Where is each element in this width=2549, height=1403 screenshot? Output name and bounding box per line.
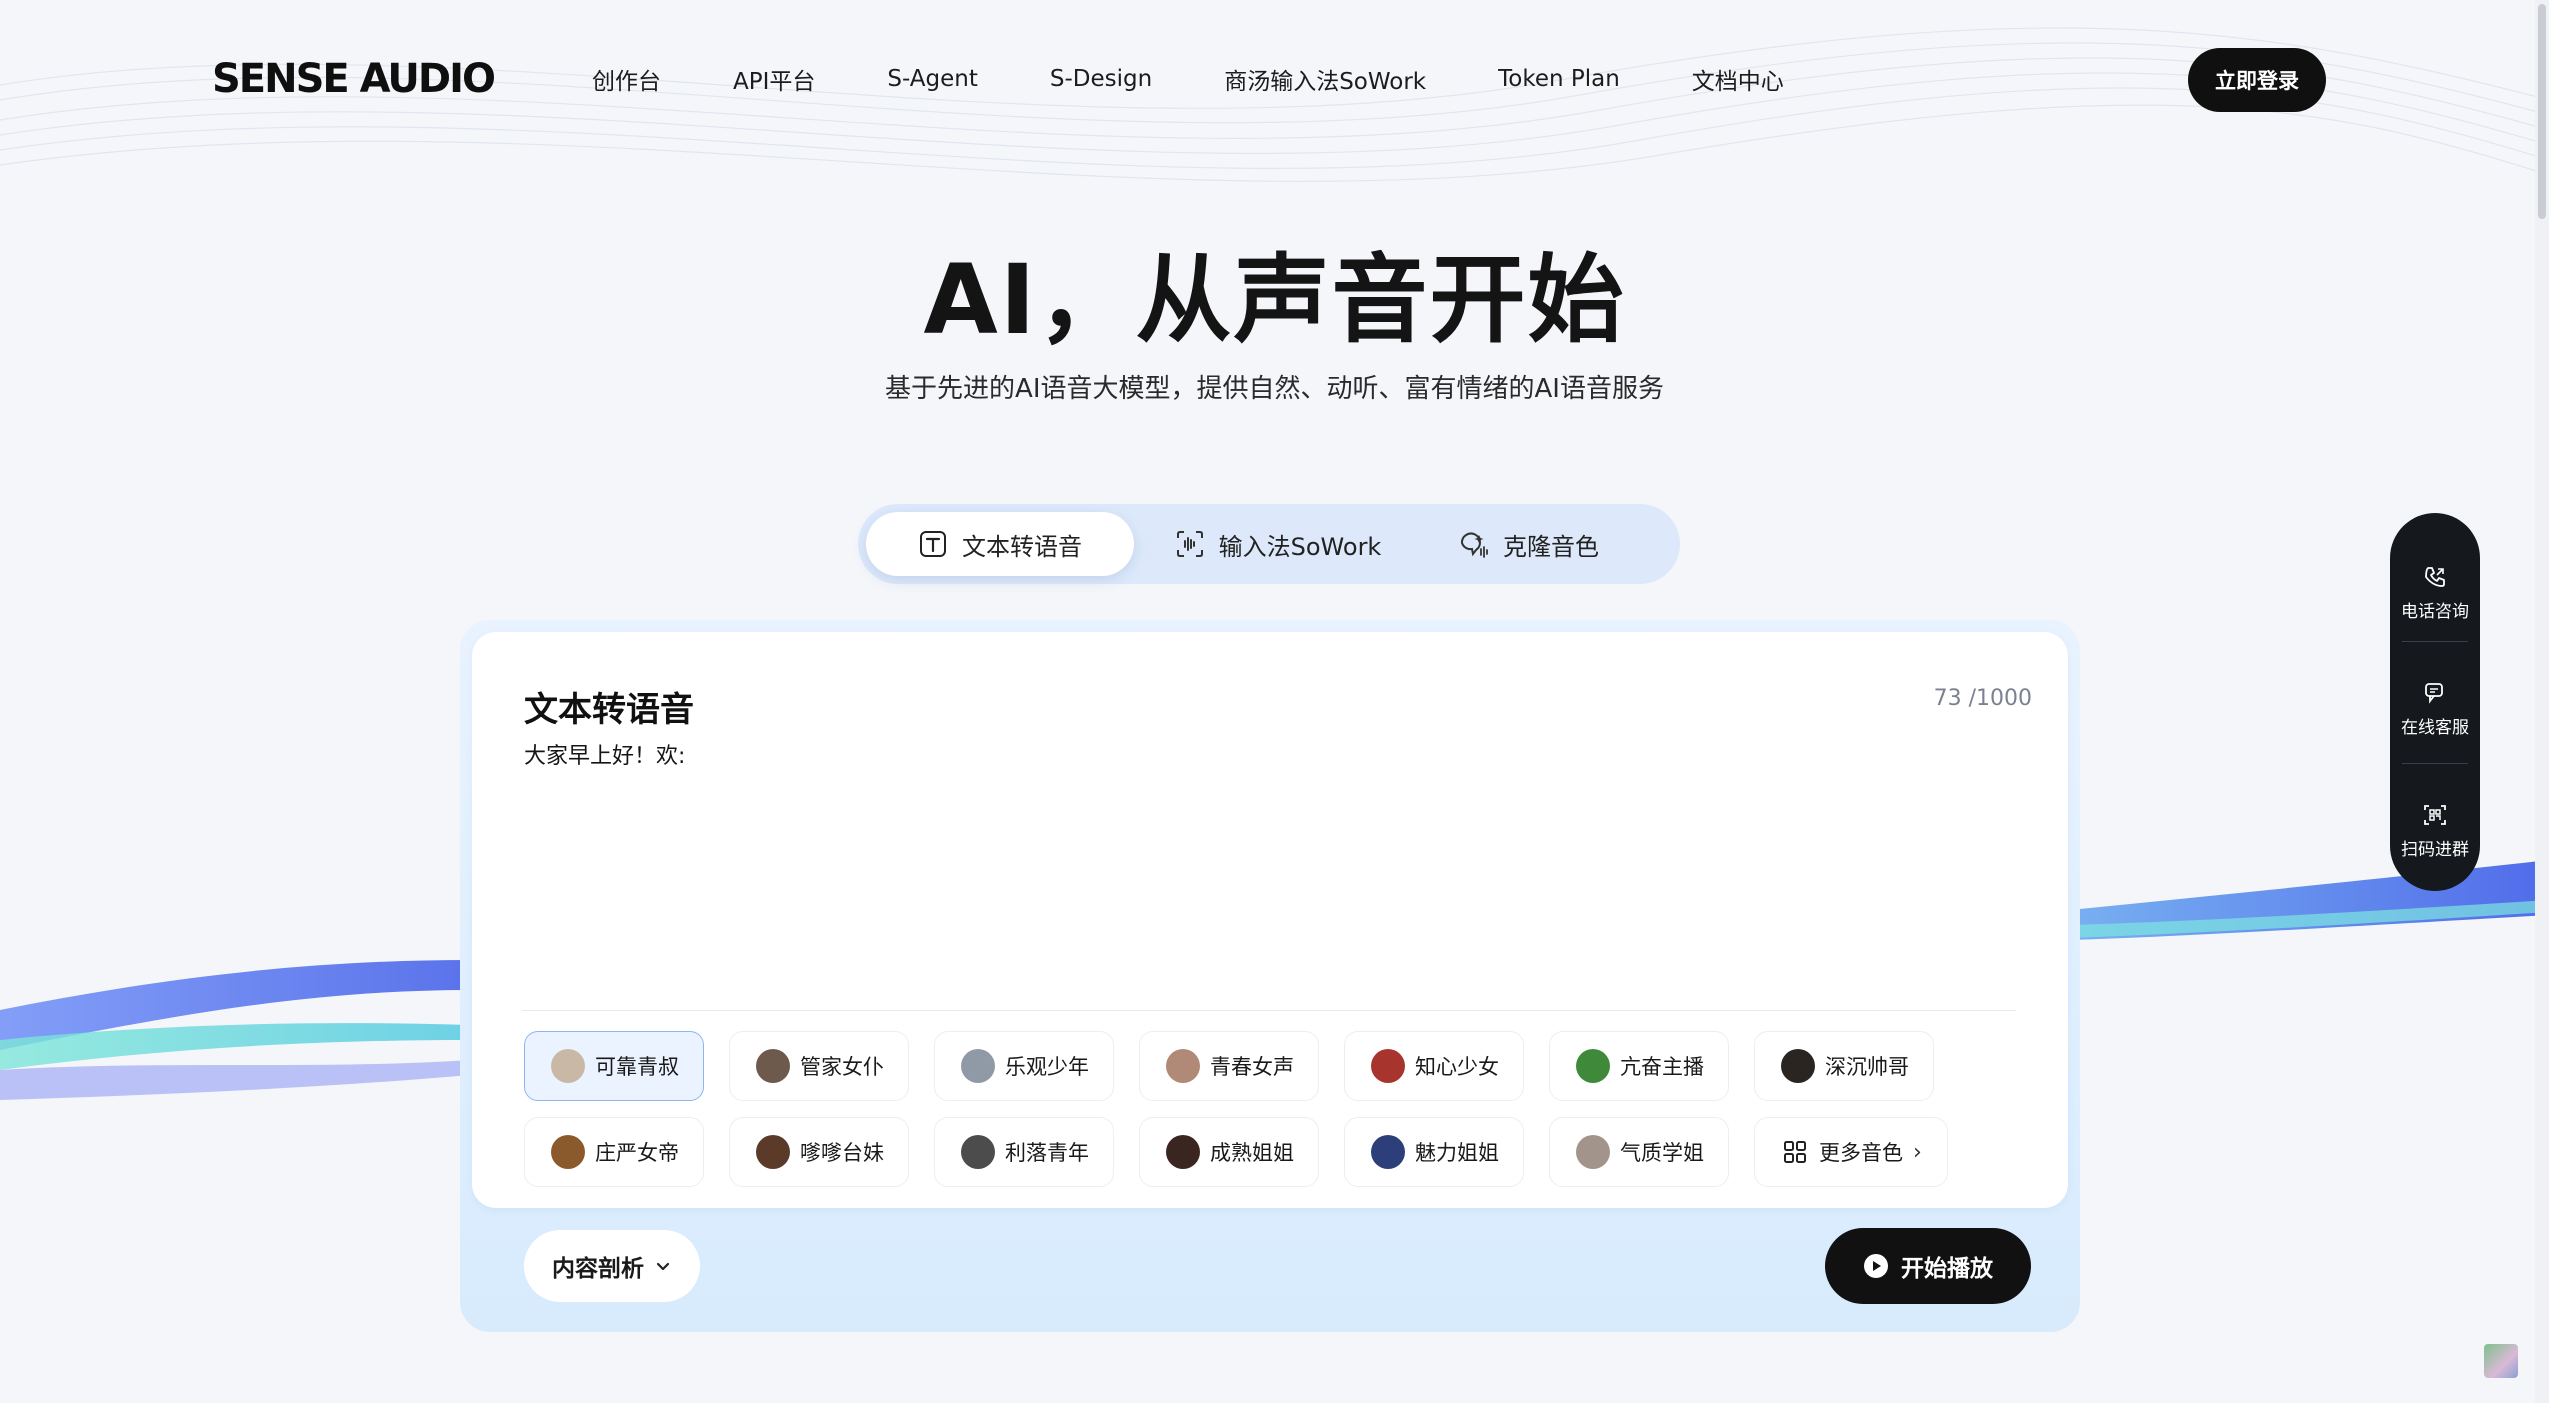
nav-item-s-agent[interactable]: S-Agent xyxy=(887,66,977,92)
voice-scan-icon xyxy=(1176,531,1203,557)
voice-name: 知心少女 xyxy=(1415,1055,1499,1079)
avatar xyxy=(1371,1049,1405,1083)
avatar xyxy=(1781,1049,1815,1083)
divider xyxy=(522,1010,2016,1011)
divider xyxy=(2402,763,2468,764)
nav-item-api[interactable]: API平台 xyxy=(733,62,815,96)
background-waves xyxy=(0,27,2549,182)
chat-icon xyxy=(2425,682,2443,704)
voice-chip[interactable]: 魅力姐姐 xyxy=(1344,1117,1524,1187)
analysis-label: 内容剖析 xyxy=(552,1256,644,1282)
start-play-button[interactable]: 开始播放 xyxy=(1825,1228,2031,1304)
online-service-button[interactable]: 在线客服 xyxy=(2390,649,2480,769)
scan-join-group-button[interactable]: 扫码进群 xyxy=(2390,771,2480,891)
grid-icon xyxy=(1784,1141,1806,1163)
avatar xyxy=(1166,1135,1200,1169)
voice-name: 庄严女帝 xyxy=(595,1141,679,1165)
left-ribbon-decoration xyxy=(0,960,470,1100)
login-button[interactable]: 立即登录 xyxy=(2188,48,2326,112)
voice-name: 魅力姐姐 xyxy=(1415,1141,1499,1165)
nav-item-creation[interactable]: 创作台 xyxy=(592,62,661,96)
text-t-icon xyxy=(920,531,946,557)
corner-thumbnail[interactable] xyxy=(2484,1344,2518,1378)
voice-chip[interactable]: 亢奋主播 xyxy=(1549,1031,1729,1101)
phone-icon xyxy=(2425,566,2445,587)
side-item-label: 电话咨询 xyxy=(2401,601,2469,622)
char-count: 73 /1000 xyxy=(1933,686,2032,711)
hero-subtitle: 基于先进的AI语音大模型，提供自然、动听、富有情绪的AI语音服务 xyxy=(885,374,1664,404)
more-voices-button[interactable]: 更多音色 › xyxy=(1754,1117,1948,1187)
chevron-right-icon: › xyxy=(1913,1139,1922,1165)
avatar xyxy=(1576,1135,1610,1169)
voice-chip[interactable]: 成熟姐姐 xyxy=(1139,1117,1319,1187)
avatar xyxy=(551,1135,585,1169)
voice-name: 乐观少年 xyxy=(1005,1055,1089,1079)
side-item-label: 扫码进群 xyxy=(2401,839,2469,860)
voice-chip[interactable]: 青春女声 xyxy=(1139,1031,1319,1101)
divider xyxy=(2402,641,2468,642)
clone-voice-icon xyxy=(1460,532,1488,558)
voice-chip[interactable]: 深沉帅哥 xyxy=(1754,1031,1934,1101)
hero-title: AI，从声音开始 xyxy=(923,244,1626,356)
voice-chip[interactable]: 气质学姐 xyxy=(1549,1117,1729,1187)
nav-item-sowork[interactable]: 商汤输入法SoWork xyxy=(1224,62,1426,96)
side-item-label: 在线客服 xyxy=(2401,717,2469,738)
voice-chip[interactable]: 知心少女 xyxy=(1344,1031,1524,1101)
text-input[interactable]: 大家早上好！欢: xyxy=(524,738,685,770)
tab-clone-voice[interactable]: 克隆音色 xyxy=(1418,512,1638,576)
voice-name: 管家女仆 xyxy=(800,1055,884,1079)
scrollbar-thumb[interactable] xyxy=(2538,4,2546,219)
avatar xyxy=(961,1049,995,1083)
avatar xyxy=(551,1049,585,1083)
tab-text-to-speech[interactable]: 文本转语音 xyxy=(866,512,1134,576)
tab-label: 文本转语音 xyxy=(962,532,1082,561)
side-contact-widget: 电话咨询 在线客服 扫码进群 xyxy=(2390,513,2480,891)
voice-chip[interactable]: 嗲嗲台妹 xyxy=(729,1117,909,1187)
play-icon xyxy=(1864,1254,1888,1278)
voice-name: 青春女声 xyxy=(1210,1055,1294,1079)
voice-chip[interactable]: 可靠青叔 xyxy=(524,1031,704,1101)
avatar xyxy=(961,1135,995,1169)
voice-name: 亢奋主播 xyxy=(1620,1055,1704,1079)
tab-label: 克隆音色 xyxy=(1503,532,1599,561)
voice-name: 成熟姐姐 xyxy=(1210,1141,1294,1165)
logo[interactable]: SENSE AUDIO xyxy=(212,56,496,102)
play-label: 开始播放 xyxy=(1901,1256,1993,1282)
top-nav: 创作台 API平台 S-Agent S-Design 商汤输入法SoWork T… xyxy=(592,62,1856,96)
content-analysis-dropdown[interactable]: 内容剖析 xyxy=(524,1230,700,1302)
voice-name: 利落青年 xyxy=(1005,1141,1089,1165)
nav-item-token-plan[interactable]: Token Plan xyxy=(1498,66,1620,92)
voice-name: 气质学姐 xyxy=(1620,1141,1704,1165)
scrollbar[interactable] xyxy=(2535,0,2549,1403)
voice-chip[interactable]: 乐观少年 xyxy=(934,1031,1114,1101)
chevron-down-icon xyxy=(656,1262,670,1271)
mode-tabs: 文本转语音 输入法SoWork 克隆音色 xyxy=(858,504,1680,584)
voice-name: 深沉帅哥 xyxy=(1825,1055,1909,1079)
avatar xyxy=(756,1135,790,1169)
more-voices-label: 更多音色 xyxy=(1819,1141,1903,1165)
nav-item-docs[interactable]: 文档中心 xyxy=(1692,62,1784,96)
voice-chip[interactable]: 管家女仆 xyxy=(729,1031,909,1101)
qr-scan-icon xyxy=(2424,804,2446,825)
tab-sowork[interactable]: 输入法SoWork xyxy=(1158,512,1398,576)
panel-title: 文本转语音 xyxy=(524,690,694,730)
voice-name: 可靠青叔 xyxy=(595,1055,679,1079)
nav-item-s-design[interactable]: S-Design xyxy=(1050,66,1152,92)
tab-label: 输入法SoWork xyxy=(1218,532,1382,561)
avatar xyxy=(1576,1049,1610,1083)
avatar xyxy=(756,1049,790,1083)
voice-chip[interactable]: 利落青年 xyxy=(934,1117,1114,1187)
avatar xyxy=(1371,1135,1405,1169)
avatar xyxy=(1166,1049,1200,1083)
voice-name: 嗲嗲台妹 xyxy=(800,1141,884,1165)
voice-chip[interactable]: 庄严女帝 xyxy=(524,1117,704,1187)
phone-consult-button[interactable]: 电话咨询 xyxy=(2390,533,2480,653)
